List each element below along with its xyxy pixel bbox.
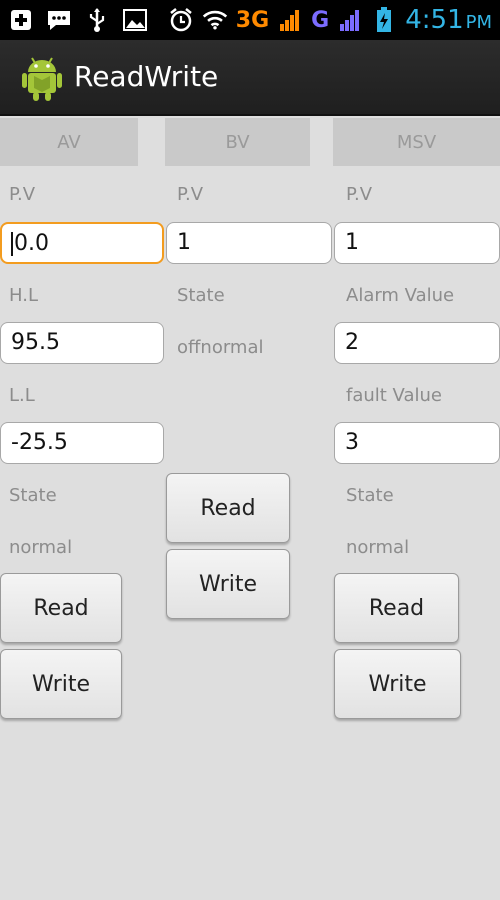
alarm-icon: [168, 7, 194, 33]
action-bar: ReadWrite: [0, 40, 500, 116]
msv-pv-label: P.V: [346, 184, 373, 205]
msv-fault-label: fault Value: [346, 385, 442, 406]
av-state-value: normal: [9, 537, 73, 558]
android-app-icon: [20, 54, 64, 102]
tab-av[interactable]: AV: [0, 118, 138, 166]
network-g-label: G: [311, 7, 330, 33]
av-pv-value: 0.0: [14, 231, 49, 256]
msv-alarm-label: Alarm Value: [346, 285, 455, 306]
bv-write-button[interactable]: Write: [166, 549, 290, 619]
msv-state-value: normal: [346, 537, 410, 558]
add-icon: [8, 7, 34, 33]
time-text: 4:51: [405, 5, 464, 35]
msv-fault-input[interactable]: 3: [334, 422, 500, 464]
network-3g-label: 3G: [235, 7, 270, 33]
bv-pv-label: P.V: [177, 184, 204, 205]
bv-read-button[interactable]: Read: [166, 473, 290, 543]
bv-pv-input[interactable]: 1: [166, 222, 332, 264]
msv-write-button[interactable]: Write: [334, 649, 461, 719]
image-icon: [122, 7, 148, 33]
tab-msv[interactable]: MSV: [333, 118, 500, 166]
av-hl-label: H.L: [9, 285, 38, 306]
tab-bv[interactable]: BV: [165, 118, 310, 166]
msv-alarm-input[interactable]: 2: [334, 322, 500, 364]
battery-charging-icon: [371, 7, 397, 33]
clock: 4:51 PM: [405, 5, 492, 35]
av-ll-label: L.L: [9, 385, 35, 406]
status-bar: 3G G 4:51 PM: [0, 0, 500, 40]
msv-read-button[interactable]: Read: [334, 573, 459, 643]
bv-state-value: offnormal: [177, 337, 264, 358]
av-read-button[interactable]: Read: [0, 573, 122, 643]
av-state-label: State: [9, 485, 57, 506]
usb-icon: [84, 7, 110, 33]
text-cursor: [11, 232, 13, 256]
ampm-text: PM: [465, 12, 492, 33]
msv-state-label: State: [346, 485, 394, 506]
app-title: ReadWrite: [74, 60, 219, 93]
wifi-icon: [202, 7, 228, 33]
av-pv-input[interactable]: 0.0: [0, 222, 164, 264]
signal-3g-icon: [277, 7, 303, 33]
av-write-button[interactable]: Write: [0, 649, 122, 719]
av-pv-label: P.V: [9, 184, 36, 205]
av-hl-input[interactable]: 95.5: [0, 322, 164, 364]
chat-icon: [46, 7, 72, 33]
bv-state-label: State: [177, 285, 225, 306]
signal-g-icon: [337, 7, 363, 33]
av-ll-input[interactable]: -25.5: [0, 422, 164, 464]
msv-pv-input[interactable]: 1: [334, 222, 500, 264]
